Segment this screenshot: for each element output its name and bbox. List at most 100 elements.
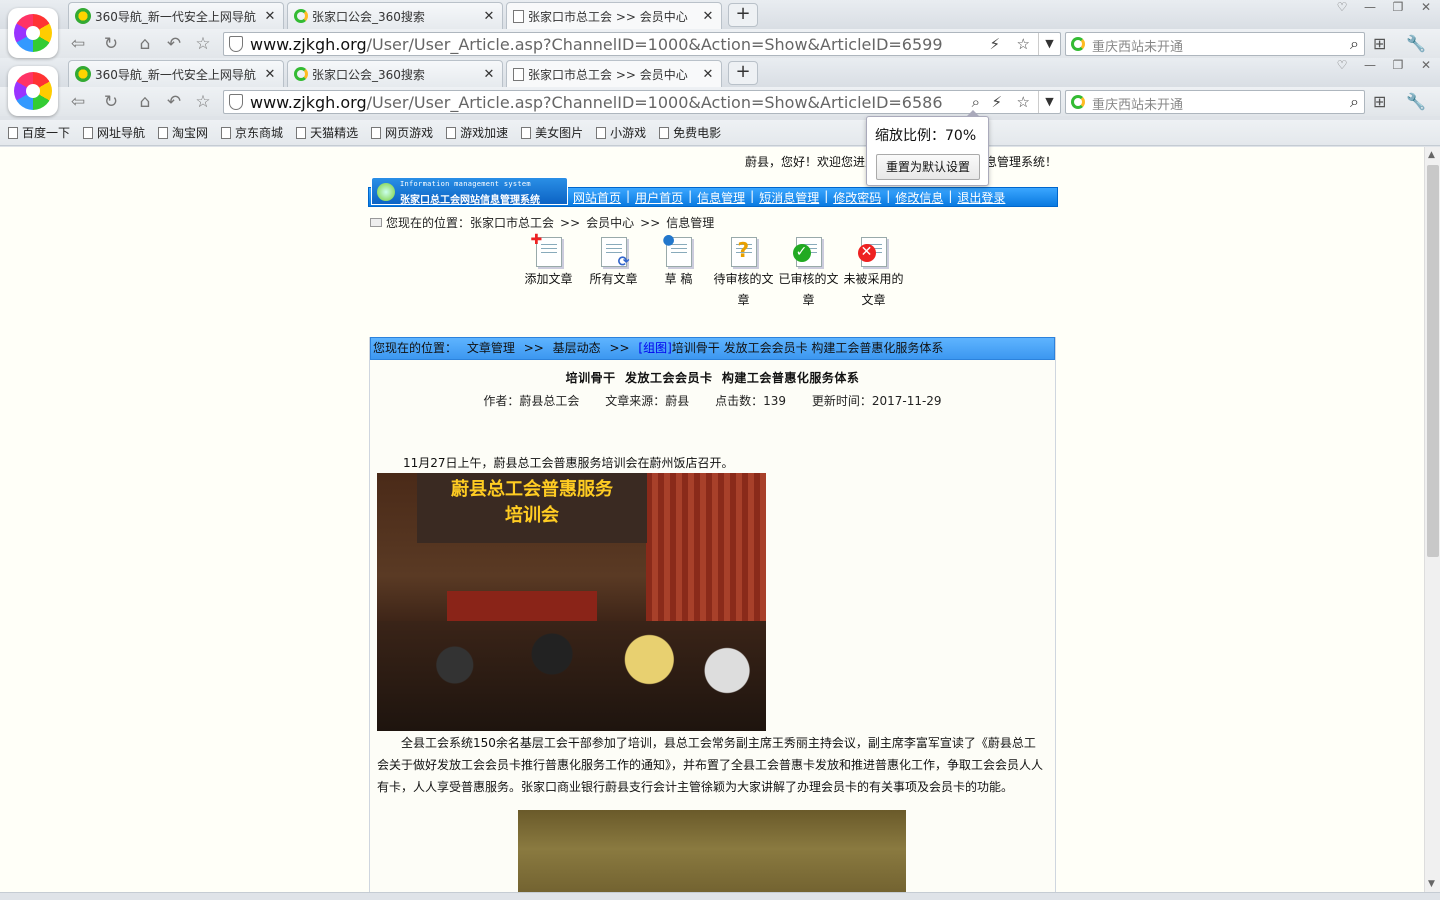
refresh-icon[interactable]: ↻ xyxy=(101,34,121,54)
close-icon[interactable]: ✕ xyxy=(701,67,715,82)
undo-icon[interactable]: ↶ xyxy=(164,34,184,54)
page-icon xyxy=(83,126,94,139)
scroll-up-icon[interactable]: ▲ xyxy=(1428,150,1435,160)
refresh-icon[interactable]: ↻ xyxy=(101,92,121,112)
bookmark[interactable]: 天猫精选 xyxy=(296,124,358,141)
skin-icon[interactable]: ♡ xyxy=(1328,58,1356,74)
close-window-icon[interactable]: ✕ xyxy=(1412,0,1440,16)
search-icon[interactable]: ⌕ xyxy=(1350,92,1359,112)
search-icon[interactable]: ⌕ xyxy=(1350,34,1359,54)
search-box-2[interactable]: 重庆西站未开通 ⌕ xyxy=(1065,90,1365,114)
close-icon[interactable]: ✕ xyxy=(482,9,496,24)
article-panel: 您现在的位置： 文章管理 >> 基层动态 >> [组图]培训骨干 发放工会会员卡… xyxy=(369,337,1056,892)
tab-360-nav[interactable]: 360导航_新一代安全上网导航 ✕ xyxy=(68,2,284,29)
article-author: 作者：蔚县总工会 xyxy=(483,394,580,408)
360-search-icon xyxy=(1071,95,1085,109)
360-browser-logo[interactable] xyxy=(8,66,58,116)
search-box-1[interactable]: 重庆西站未开通 ⌕ xyxy=(1065,32,1365,56)
bookmark[interactable]: 网页游戏 xyxy=(371,124,433,141)
back-icon[interactable]: ⇦ xyxy=(68,92,88,112)
close-icon[interactable]: ✕ xyxy=(482,67,496,82)
bookmark[interactable]: 百度一下 xyxy=(8,124,70,141)
reset-zoom-button[interactable]: 重置为默认设置 xyxy=(876,154,980,180)
new-tab-button[interactable]: + xyxy=(728,61,758,85)
draft-button[interactable]: ● 草 稿 xyxy=(646,232,711,311)
star-icon[interactable]: ☆ xyxy=(1017,35,1030,53)
bookmark[interactable]: 美女图片 xyxy=(521,124,583,141)
page-scrollbar[interactable]: ▲ ▼ xyxy=(1424,147,1440,892)
undo-icon[interactable]: ↶ xyxy=(164,92,184,112)
add-article-button[interactable]: ✚ 添加文章 xyxy=(516,232,581,311)
close-window-icon[interactable]: ✕ xyxy=(1412,58,1440,74)
new-tab-button[interactable]: + xyxy=(728,3,758,27)
all-articles-button[interactable]: ⟳ 所有文章 xyxy=(581,237,646,311)
maximize-icon[interactable]: ❐ xyxy=(1384,58,1412,74)
tab-member-center[interactable]: 张家口市总工会 >> 会员中心 ✕ xyxy=(506,2,722,29)
home-icon[interactable]: ⌂ xyxy=(135,92,155,112)
breadcrumb-item[interactable]: 会员中心 xyxy=(586,214,634,231)
skin-icon[interactable]: ♡ xyxy=(1328,0,1356,16)
favorite-icon[interactable]: ☆ xyxy=(193,92,213,112)
lightning-icon[interactable]: ⚡ xyxy=(989,35,1000,53)
favorite-icon[interactable]: ☆ xyxy=(193,34,213,54)
home-icon[interactable]: ⌂ xyxy=(135,34,155,54)
breadcrumb-icon xyxy=(370,218,382,227)
rejected-articles-button[interactable]: ✕ 未被采用的文章 xyxy=(841,237,906,311)
bookmark[interactable]: 小游戏 xyxy=(596,124,646,141)
maximize-icon[interactable]: ❐ xyxy=(1384,0,1412,16)
article-title: 培训骨干 发放工会会员卡 构建工会普惠化服务体系 xyxy=(565,371,860,385)
address-bar-2[interactable]: www.zjkgh.org/User/User_Article.asp?Chan… xyxy=(223,90,1061,114)
all-articles-icon: ⟳ xyxy=(600,237,630,270)
back-icon[interactable]: ⇦ xyxy=(68,34,88,54)
bookmark[interactable]: 游戏加速 xyxy=(446,124,508,141)
action-label: 未被采用的文章 xyxy=(843,272,904,307)
article-updated: 更新时间：2017-11-29 xyxy=(811,394,942,408)
close-icon[interactable]: ✕ xyxy=(263,67,277,82)
url-text: www.zjkgh.org/User/User_Article.asp?Chan… xyxy=(250,35,943,54)
breadcrumb-item[interactable]: 文章管理 xyxy=(467,341,515,355)
scroll-down-icon[interactable]: ▼ xyxy=(1428,879,1435,889)
bookmark[interactable]: 京东商城 xyxy=(221,124,283,141)
page-icon xyxy=(8,126,18,139)
article-paragraph: 全县工会系统150余名基层工会干部参加了培训，县总工会常务副主席王秀丽主持会议，… xyxy=(377,736,1044,794)
scrollbar-thumb[interactable] xyxy=(1427,165,1439,557)
wrench-icon[interactable]: 🔧 xyxy=(1406,34,1426,53)
tab-360-search[interactable]: 张家口公会_360搜索 ✕ xyxy=(287,2,503,29)
minimize-icon[interactable]: — xyxy=(1356,58,1384,74)
tab-title: 张家口市总工会 >> 会员中心 xyxy=(528,9,688,24)
menu-messages[interactable]: 短消息管理 xyxy=(759,189,819,206)
360-browser-logo[interactable] xyxy=(8,8,58,58)
minimize-icon[interactable]: — xyxy=(1356,0,1384,16)
close-icon[interactable]: ✕ xyxy=(701,9,715,24)
zoom-level-label: 缩放比例：70% xyxy=(875,128,977,144)
zoom-icon[interactable]: ⌕ xyxy=(972,93,980,111)
menu-info-manage[interactable]: 信息管理 xyxy=(697,189,745,206)
tab-360-search[interactable]: 张家口公会_360搜索 ✕ xyxy=(287,60,503,87)
bookmark[interactable]: 免费电影 xyxy=(659,124,721,141)
pending-articles-button[interactable]: ? 待审核的文章 xyxy=(711,237,776,311)
chevron-down-icon[interactable]: ▼ xyxy=(1038,91,1060,113)
close-icon[interactable]: ✕ xyxy=(263,9,277,24)
menu-logout[interactable]: 退出登录 xyxy=(957,189,1005,206)
grid-icon[interactable]: ⊞ xyxy=(1373,34,1386,53)
bookmark[interactable]: 网址导航 xyxy=(83,124,145,141)
menu-user-home[interactable]: 用户首页 xyxy=(635,189,683,206)
breadcrumb-item[interactable]: 信息管理 xyxy=(666,214,714,231)
window-controls: ♡ — ❐ ✕ xyxy=(1328,0,1440,18)
chevron-down-icon[interactable]: ▼ xyxy=(1038,33,1060,55)
tab-member-center[interactable]: 张家口市总工会 >> 会员中心 ✕ xyxy=(506,60,722,87)
grid-icon[interactable]: ⊞ xyxy=(1373,92,1386,111)
breadcrumb-item[interactable]: 张家口市总工会 xyxy=(470,214,554,231)
breadcrumb-item[interactable]: 基层动态 xyxy=(553,341,601,355)
menu-edit-info[interactable]: 修改信息 xyxy=(895,189,943,206)
bookmark[interactable]: 淘宝网 xyxy=(158,124,208,141)
wrench-icon[interactable]: 🔧 xyxy=(1406,92,1426,111)
approved-articles-button[interactable]: ✓ 已审核的文章 xyxy=(776,237,841,311)
lightning-icon[interactable]: ⚡ xyxy=(991,93,1002,111)
address-bar-1[interactable]: www.zjkgh.org/User/User_Article.asp?Chan… xyxy=(223,32,1061,56)
tab-title: 360导航_新一代安全上网导航 xyxy=(95,67,256,82)
star-icon[interactable]: ☆ xyxy=(1017,93,1030,111)
menu-change-password[interactable]: 修改密码 xyxy=(833,189,881,206)
menu-site-home[interactable]: 网站首页 xyxy=(573,189,621,206)
tab-360-nav[interactable]: 360导航_新一代安全上网导航 ✕ xyxy=(68,60,284,87)
